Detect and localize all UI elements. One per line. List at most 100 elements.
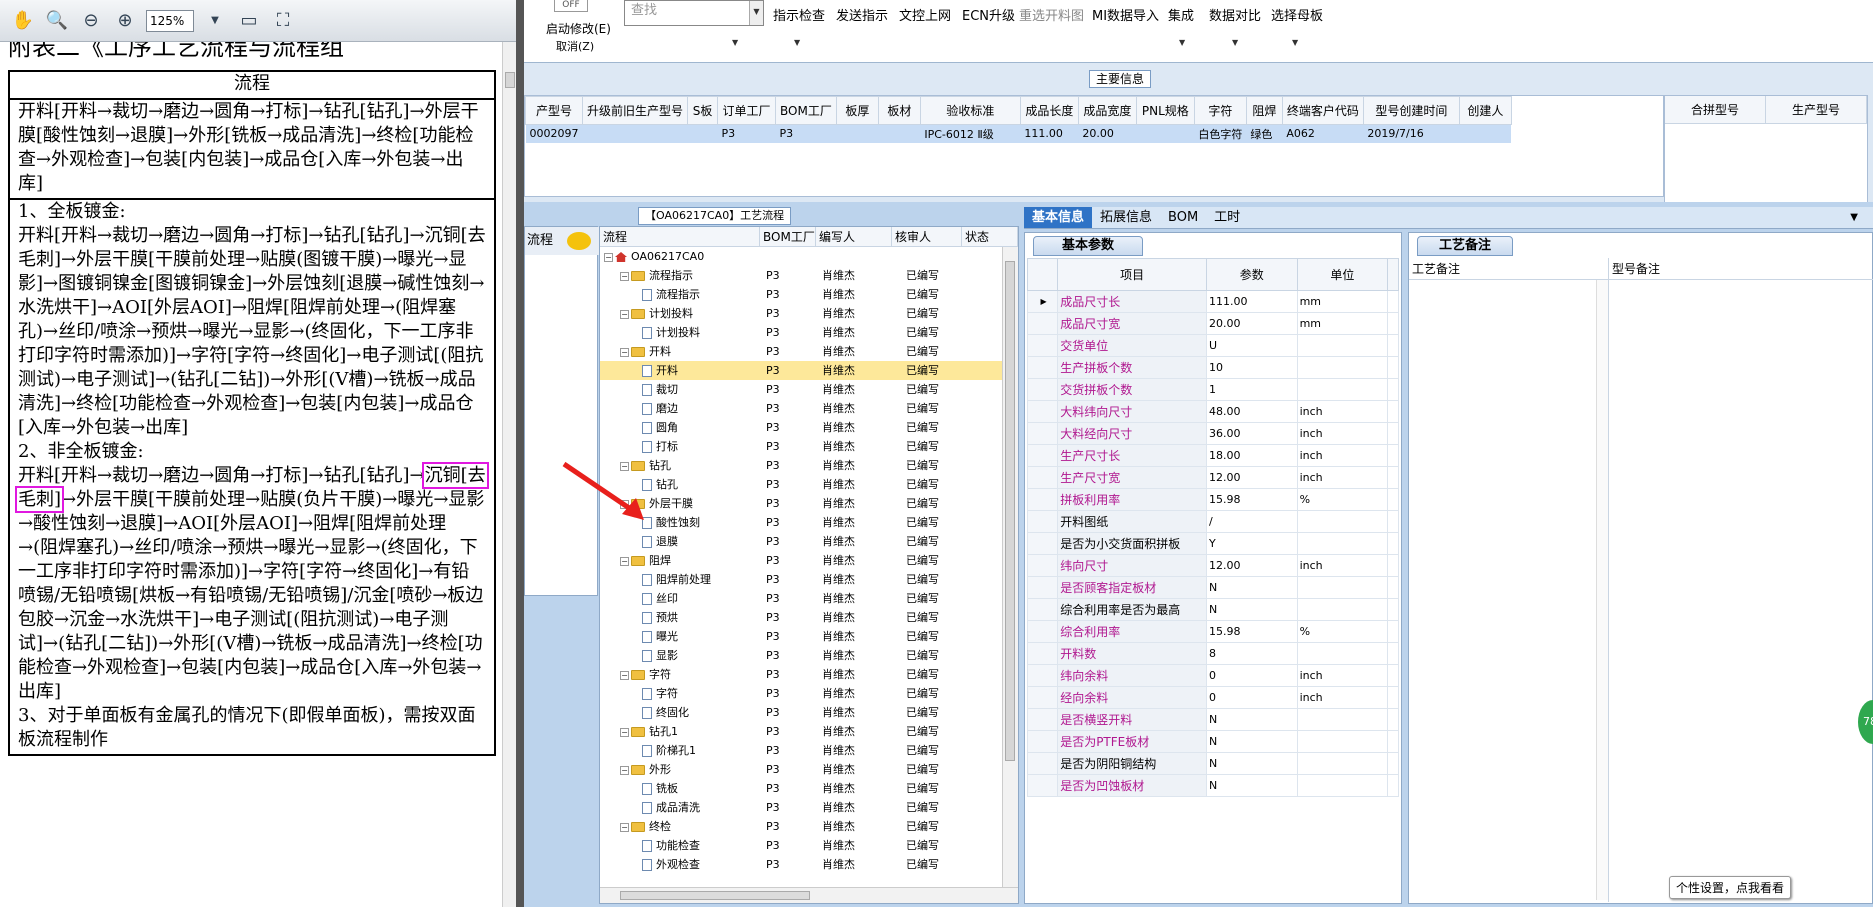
tree-row[interactable]: 磨边 P3 肖维杰 已编写: [600, 399, 1002, 418]
tree-row[interactable]: − 流程指示 P3 肖维杰 已编写: [600, 266, 1002, 285]
table-row[interactable]: 0002097 P3 P3 IPC-6012 Ⅱ级 111.00 20.00 白色字符 绿色 A…: [525, 124, 1512, 143]
zoom-out-icon[interactable]: ⊖: [78, 8, 104, 34]
main-info-col[interactable]: 板厚: [835, 96, 879, 125]
table-row[interactable]: 综合利用率 15.98%: [1027, 620, 1399, 643]
param-value[interactable]: 111.00: [1206, 290, 1298, 313]
zoom-dropdown-icon[interactable]: ▼: [202, 8, 228, 34]
scroll-thumb[interactable]: [505, 72, 515, 88]
table-row[interactable]: 纬向余料 0 inch: [1027, 664, 1399, 687]
param-value[interactable]: 36.00: [1206, 422, 1298, 445]
send-instruction-button[interactable]: 发送指示: [836, 5, 888, 24]
chevron-down-icon[interactable]: ▼: [749, 1, 763, 25]
param-value[interactable]: 48.00: [1206, 400, 1298, 423]
tree-row[interactable]: 预烘 P3 肖维杰 已编写: [600, 608, 1002, 627]
chat-bubble-icon[interactable]: [567, 232, 591, 250]
main-info-col[interactable]: 创建人: [1458, 96, 1512, 125]
tree-row[interactable]: 退膜 P3 肖维杰 已编写: [600, 532, 1002, 551]
integrate-button[interactable]: 集成: [1168, 5, 1194, 24]
tree-row[interactable]: 打标 P3 肖维杰 已编写: [600, 437, 1002, 456]
chevron-down-icon[interactable]: ▼: [1232, 38, 1238, 47]
param-value[interactable]: 0: [1206, 686, 1298, 709]
hand-tool-icon[interactable]: ✋: [10, 8, 36, 34]
param-value[interactable]: N: [1206, 752, 1298, 775]
table-row[interactable]: 生产拼板个数 10: [1027, 356, 1399, 379]
param-value[interactable]: N: [1206, 774, 1298, 797]
fit-width-icon[interactable]: ⛶: [270, 8, 296, 34]
collapse-icon[interactable]: −: [620, 765, 629, 775]
table-row[interactable]: 是否为PTFE板材 N: [1027, 730, 1399, 753]
fit-page-icon[interactable]: ▭: [236, 8, 262, 34]
process-remark-text[interactable]: [1409, 280, 1609, 902]
tab-process-remark[interactable]: 工艺备注: [1417, 236, 1513, 256]
tab-work-hours[interactable]: 工时: [1206, 207, 1248, 228]
tree-row[interactable]: 终固化 P3 肖维杰 已编写: [600, 703, 1002, 722]
left-panel-tab[interactable]: 流程: [525, 227, 599, 255]
main-info-col[interactable]: 升级前旧生产型号: [581, 96, 689, 125]
table-row[interactable]: 开料数 8: [1027, 642, 1399, 665]
table-row[interactable]: 交货拼板个数 1: [1027, 378, 1399, 401]
collapse-icon[interactable]: −: [620, 727, 629, 737]
collapse-icon[interactable]: −: [620, 670, 629, 680]
table-row[interactable]: 生产尺寸长 18.00 inch: [1027, 444, 1399, 467]
table-row[interactable]: 大料纬向尺寸 48.00 inch: [1027, 400, 1399, 423]
main-info-col[interactable]: S板: [687, 96, 719, 125]
collapse-icon[interactable]: −: [620, 309, 629, 319]
param-value[interactable]: 15.98: [1206, 488, 1298, 511]
table-row[interactable]: 是否为阴阳铜结构 N: [1027, 752, 1399, 775]
tree-row[interactable]: 功能检查 P3 肖维杰 已编写: [600, 836, 1002, 855]
start-modify-button[interactable]: 启动修改(E): [546, 20, 611, 37]
chevron-down-icon[interactable]: ▼: [732, 38, 738, 47]
table-row[interactable]: 是否为小交货面积拼板 Y: [1027, 532, 1399, 555]
cancel-button[interactable]: 取消(Z): [556, 38, 594, 54]
param-value[interactable]: U: [1206, 334, 1298, 357]
table-row[interactable]: 综合利用率是否为最高 N: [1027, 598, 1399, 621]
reselect-cutting-button[interactable]: 重选开料图: [1019, 5, 1084, 24]
chevron-down-icon[interactable]: ▼: [1292, 38, 1298, 47]
tree-row[interactable]: 流程指示 P3 肖维杰 已编写: [600, 285, 1002, 304]
tree-row[interactable]: 开料 P3 肖维杰 已编写: [600, 361, 1002, 380]
tab-basic-info[interactable]: 基本信息: [1024, 207, 1093, 228]
tree-horizontal-scrollbar[interactable]: [600, 887, 1018, 903]
collapse-icon[interactable]: −: [604, 252, 613, 262]
param-value[interactable]: 1: [1206, 378, 1298, 401]
tree-row[interactable]: 外观检查 P3 肖维杰 已编写: [600, 855, 1002, 874]
param-value[interactable]: N: [1206, 730, 1298, 753]
tree-row[interactable]: 铣板 P3 肖维杰 已编写: [600, 779, 1002, 798]
tree-row[interactable]: 丝印 P3 肖维杰 已编写: [600, 589, 1002, 608]
scroll-thumb[interactable]: [1005, 261, 1015, 761]
param-value[interactable]: N: [1206, 598, 1298, 621]
tree-row[interactable]: 计划投料 P3 肖维杰 已编写: [600, 323, 1002, 342]
main-info-col[interactable]: 终端客户代码: [1281, 96, 1364, 125]
tree-row[interactable]: 成品清洗 P3 肖维杰 已编写: [600, 798, 1002, 817]
main-info-col[interactable]: 订单工厂: [717, 96, 777, 125]
param-value[interactable]: 12.00: [1206, 466, 1298, 489]
main-info-col[interactable]: 产型号: [525, 96, 583, 125]
tree-row[interactable]: 酸性蚀刻 P3 肖维杰 已编写: [600, 513, 1002, 532]
chevron-down-icon[interactable]: ▼: [1179, 38, 1185, 47]
tree-row[interactable]: − 字符 P3 肖维杰 已编写: [600, 665, 1002, 684]
main-info-col[interactable]: 验收标准: [919, 96, 1021, 125]
param-value[interactable]: N: [1206, 576, 1298, 599]
param-value[interactable]: 10: [1206, 356, 1298, 379]
ecn-upgrade-button[interactable]: ECN升级: [962, 5, 1015, 24]
zoom-marquee-icon[interactable]: 🔍: [44, 8, 70, 34]
doc-control-online-button[interactable]: 文控上网: [899, 5, 951, 24]
main-info-col[interactable]: BOM工厂: [775, 96, 837, 125]
scroll-thumb[interactable]: [620, 891, 810, 900]
tab-menu-icon[interactable]: ▼: [1842, 207, 1866, 229]
main-info-col[interactable]: 字符: [1193, 96, 1247, 125]
tree-row[interactable]: 裁切 P3 肖维杰 已编写: [600, 380, 1002, 399]
tree-row[interactable]: − 钻孔1 P3 肖维杰 已编写: [600, 722, 1002, 741]
table-row[interactable]: 是否横竖开料 N: [1027, 708, 1399, 731]
main-info-col[interactable]: 型号创建时间: [1362, 96, 1460, 125]
tree-row[interactable]: − 钻孔 P3 肖维杰 已编写: [600, 456, 1002, 475]
table-row[interactable]: 交货单位 U: [1027, 334, 1399, 357]
tree-row[interactable]: − 外形 P3 肖维杰 已编写: [600, 760, 1002, 779]
table-row[interactable]: 经向余料 0 inch: [1027, 686, 1399, 709]
instruction-check-button[interactable]: 指示检查: [773, 5, 825, 24]
tree-row[interactable]: 字符 P3 肖维杰 已编写: [600, 684, 1002, 703]
tree-root[interactable]: − OA06217CA0: [600, 247, 1002, 266]
param-value[interactable]: 15.98: [1206, 620, 1298, 643]
chevron-down-icon[interactable]: ▼: [794, 38, 800, 47]
tree-row[interactable]: − 阻焊 P3 肖维杰 已编写: [600, 551, 1002, 570]
